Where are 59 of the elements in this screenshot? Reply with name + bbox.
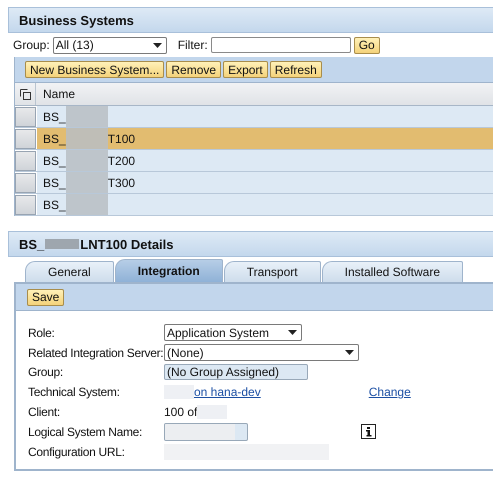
panel-title: BS_ xyxy=(19,236,44,252)
redacted-area xyxy=(66,106,108,127)
client-text: 100 of xyxy=(164,405,198,420)
dropdown[interactable]: Application System xyxy=(164,324,302,342)
tab[interactable]: Integration xyxy=(114,259,223,282)
name-text: BS_ xyxy=(43,198,66,212)
input-field[interactable] xyxy=(164,422,248,441)
group-label: Group: xyxy=(13,38,50,52)
toolbar-button[interactable]: New Business System... xyxy=(25,61,164,78)
table-row[interactable]: BS_ xyxy=(37,106,493,127)
row-selector[interactable] xyxy=(15,173,36,193)
panel-title: Business Systems xyxy=(19,12,134,28)
tab[interactable]: General xyxy=(25,261,114,282)
save-button[interactable]: Save xyxy=(27,288,64,306)
redacted-area xyxy=(66,128,108,149)
field-label: Related Integration Server: xyxy=(28,346,164,360)
table-row[interactable]: BS_ xyxy=(37,194,493,215)
info-icon[interactable] xyxy=(361,424,376,440)
row-selector[interactable] xyxy=(15,195,36,215)
filter-label: Filter: xyxy=(178,38,208,52)
go-button[interactable]: Go xyxy=(354,36,380,54)
name-text: T200 xyxy=(108,154,136,168)
toolbar-button[interactable]: Refresh xyxy=(270,61,322,78)
readonly-field: (No Group Assigned) xyxy=(164,364,308,380)
technical-system-link[interactable]: on hana-dev xyxy=(194,385,261,400)
row-selector[interactable] xyxy=(15,151,36,171)
redacted-area xyxy=(66,172,108,193)
name-text: BS_ xyxy=(43,176,66,190)
field-label: Logical System Name: xyxy=(28,424,144,439)
name-text: BS_ xyxy=(43,110,66,124)
group-dropdown[interactable]: All (13) xyxy=(52,36,167,54)
name-text: T300 xyxy=(108,176,136,190)
table-row[interactable]: BS_ T100 xyxy=(37,128,493,149)
redacted-area xyxy=(66,150,108,171)
tab[interactable]: Transport xyxy=(224,261,321,282)
field-label: Technical System: xyxy=(28,385,121,400)
redacted-area xyxy=(66,194,108,215)
field-label: Role: xyxy=(28,326,56,340)
field-label: Client: xyxy=(28,405,61,420)
name-text: BS_ xyxy=(43,132,66,146)
copy-icon xyxy=(20,88,30,100)
toolbar-button[interactable]: Remove xyxy=(166,61,222,78)
table-row[interactable]: BS_ T300 xyxy=(37,172,493,193)
tab[interactable]: Installed Software xyxy=(322,261,463,282)
table-row[interactable]: BS_ T200 xyxy=(37,150,493,171)
panel-title: LNT100 Details xyxy=(80,236,174,252)
name-text: BS_ xyxy=(43,154,66,168)
field-label: Configuration URL: xyxy=(28,444,126,459)
toolbar-button[interactable]: Export xyxy=(223,61,268,78)
dropdown-icon xyxy=(345,350,354,356)
filter-field[interactable] xyxy=(210,37,351,53)
row-selector[interactable] xyxy=(15,129,36,149)
change-link[interactable]: Change xyxy=(368,385,411,400)
dropdown[interactable]: (None) xyxy=(164,344,359,362)
dropdown-icon xyxy=(288,330,297,336)
field-label: Group: xyxy=(28,365,64,380)
name-text: T100 xyxy=(108,132,136,146)
redacted-area xyxy=(45,239,80,249)
dropdown-icon xyxy=(152,42,162,48)
